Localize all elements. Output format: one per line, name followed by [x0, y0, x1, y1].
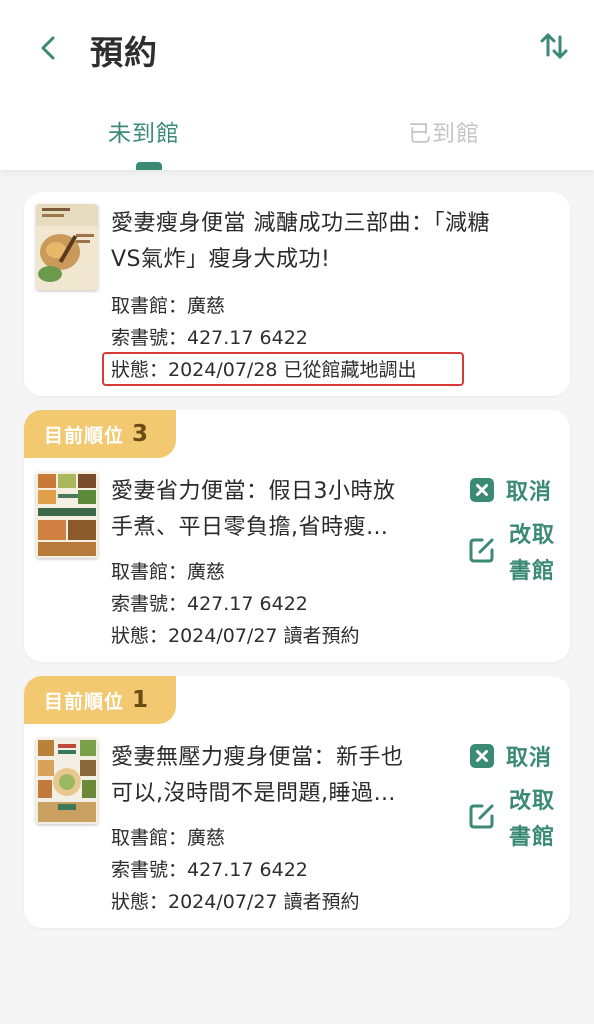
book-title[interactable]: 愛妻瘦身便當 減醣成功三部曲：「減糖 VS氣炸」瘦身大成功! [111, 206, 490, 278]
call-number: 索書號：427.17 6422 [111, 859, 308, 881]
edit-icon [469, 804, 494, 829]
tab-bar: 未到館 已到館 [0, 100, 594, 170]
back-button[interactable] [30, 30, 66, 66]
call-number: 索書號：427.17 6422 [111, 593, 308, 615]
change-branch-button[interactable]: 改取 書館 [468, 784, 558, 856]
pickup-branch: 取書館：廣慈 [111, 295, 226, 317]
book-cover [36, 204, 98, 290]
cancel-button[interactable]: 取消 [468, 474, 552, 506]
call-number: 索書號：427.17 6422 [111, 327, 308, 349]
pickup-branch: 取書館：廣慈 [111, 561, 226, 583]
queue-position-badge: 目前順位 3 [24, 410, 176, 458]
active-tab-indicator [136, 162, 162, 170]
book-title[interactable]: 愛妻無壓力瘦身便當：新手也 可以,沒時間不是問題,睡過… [111, 740, 404, 812]
status-text: 狀態：2024/07/27 讀者預約 [111, 625, 360, 647]
reservation-card[interactable]: 愛妻瘦身便當 減醣成功三部曲：「減糖 VS氣炸」瘦身大成功! 取書館：廣慈 索書… [24, 192, 570, 396]
book-title[interactable]: 愛妻省力便當：假日3小時放 手煮、平日零負擔,省時瘦… [111, 474, 396, 546]
book-cover [36, 472, 98, 558]
app-header: 預約 未到館 已到館 [0, 0, 594, 170]
chevron-left-icon [41, 36, 55, 60]
tab-arrived[interactable]: 已到館 [408, 114, 480, 148]
close-square-icon [470, 478, 494, 502]
page-title: 預約 [90, 33, 158, 72]
reservation-card[interactable]: 目前順位 3 愛妻省力便當：假日3小時放 手煮、平日零負擔,省時瘦… 取書館：廣… [24, 410, 570, 662]
change-branch-button[interactable]: 改取 書館 [468, 518, 558, 590]
tab-not-arrived[interactable]: 未到館 [108, 114, 180, 148]
edit-icon [469, 538, 494, 563]
close-square-icon [470, 744, 494, 768]
status-text: 狀態：2024/07/27 讀者預約 [111, 891, 360, 913]
sort-arrows-icon [540, 33, 568, 59]
book-cover [36, 738, 98, 824]
cancel-button[interactable]: 取消 [468, 740, 552, 772]
pickup-branch: 取書館：廣慈 [111, 827, 226, 849]
status-highlight [102, 352, 464, 386]
sort-button[interactable] [534, 26, 574, 66]
reservation-card[interactable]: 目前順位 1 愛妻無壓力瘦身便當：新手也 可以,沒時間不是問題,睡過… 取書館：… [24, 676, 570, 928]
queue-position-badge: 目前順位 1 [24, 676, 176, 724]
